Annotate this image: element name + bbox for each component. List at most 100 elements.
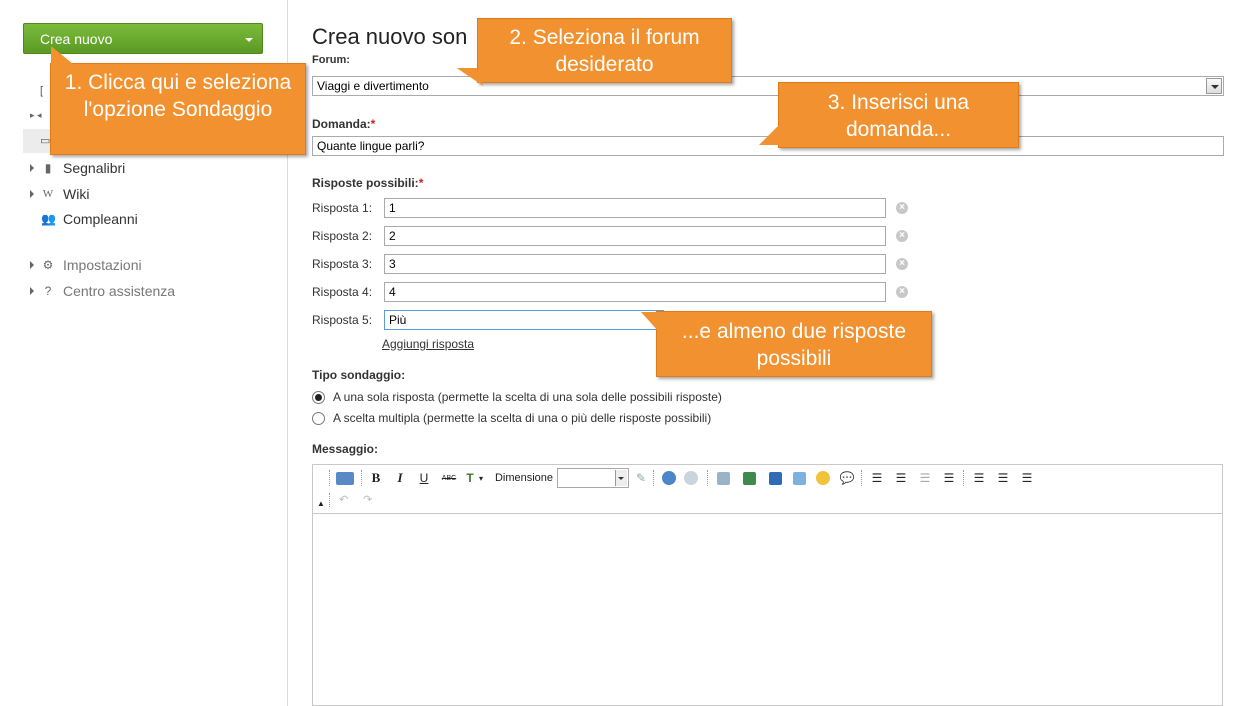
callout-text: 3. Inserisci una domanda... [827,91,970,141]
callout-1: 1. Clicca qui e seleziona l'opzione Sond… [50,46,306,155]
collapse-icon[interactable]: ▲ [317,499,325,513]
partial-icon: ▸ ◂ [30,110,42,120]
poll-type-option-label: A una sola risposta (permette la scelta … [333,390,722,404]
align-right-icon[interactable]: ☰ [1019,470,1035,486]
poll-type-option-label: A scelta multipla (permette la scelta di… [333,411,712,425]
sidebar-item-compleanni[interactable]: 👥 Compleanni [30,209,138,229]
expand-icon[interactable] [30,287,34,295]
forum-select-value: Viaggi e divertimento [317,79,429,93]
poll-type-label: Tipo sondaggio: [312,368,406,382]
required-mark: * [370,117,376,131]
table-icon[interactable] [791,470,807,486]
answer-input[interactable]: 4 [384,282,886,302]
answer-input[interactable]: Più [384,310,664,330]
unlink-icon[interactable] [683,470,699,486]
callout-3: 3. Inserisci una domanda... [759,82,1019,148]
font-size-label: Dimensione [494,472,554,484]
sidebar-item-label: Segnalibri [63,160,126,176]
align-left-icon[interactable]: ☰ [971,470,987,486]
sidebar-item-label: Impostazioni [63,257,142,273]
answer-label: Risposta 5: [312,313,373,327]
callout-tail [51,46,73,64]
question-label-text: Domanda: [312,117,371,131]
remove-icon[interactable]: × [896,230,908,242]
remove-icon[interactable]: × [896,286,908,298]
required-mark: * [418,176,424,190]
message-label: Messaggio: [312,442,379,456]
bold-button[interactable]: B [369,470,383,486]
answer-label: Risposta 4: [312,285,373,299]
italic-button[interactable]: I [393,470,407,486]
html-source-icon[interactable] [335,470,355,486]
remove-icon[interactable]: × [896,258,908,270]
undo-icon[interactable]: ↶ [339,493,348,507]
chevron-down-icon[interactable] [1206,78,1222,94]
quote-icon[interactable]: 💬 [839,470,855,486]
expand-icon[interactable] [30,164,34,172]
callout-text: 1. Clicca qui e seleziona l'opzione Sond… [64,71,292,121]
radio-button[interactable] [312,390,325,404]
editor-toolbar: B I U ABC T ▾ Dimensione ✎ 💬 ☰ ☰ ☰ ☰ ☰ ☰… [313,465,1222,514]
add-answer-link[interactable]: Aggiungi risposta [382,337,474,351]
font-size-select[interactable] [557,468,629,488]
message-editor: B I U ABC T ▾ Dimensione ✎ 💬 ☰ ☰ ☰ ☰ ☰ ☰… [312,464,1223,706]
smiley-icon[interactable] [815,470,831,486]
sidebar-item-impostazioni[interactable]: ⚙ Impostazioni [30,255,142,275]
picture-icon[interactable] [741,470,757,486]
remove-icon[interactable]: × [896,202,908,214]
gear-icon: ⚙ [42,258,54,272]
answer-input[interactable]: 1 [384,198,886,218]
sidebar-item-segnalibri[interactable]: ▮ Segnalibri [30,158,125,178]
bullet-list-icon[interactable]: ☰ [869,470,885,486]
answer-input[interactable]: 3 [384,254,886,274]
page-title: Crea nuovo son [312,24,468,49]
expand-icon[interactable] [30,261,34,269]
wiki-icon: W [42,188,54,200]
chevron-down-icon[interactable] [245,38,253,42]
poll-type-option[interactable]: A scelta multipla (permette la scelta di… [312,411,711,425]
partial-icon: [ [40,85,44,97]
underline-button[interactable]: U [417,470,431,486]
radio-button[interactable] [312,411,325,425]
outdent-icon[interactable]: ☰ [917,470,933,486]
redo-icon[interactable]: ↷ [363,493,372,507]
create-new-label: Crea nuovo [40,31,113,47]
help-icon: ? [44,284,52,298]
partial-icon: ▭ [40,135,51,147]
image-icon[interactable] [715,470,731,486]
callout-tail [759,123,781,145]
indent-icon[interactable]: ☰ [941,470,957,486]
sidebar-item-centro-assistenza[interactable]: ? Centro assistenza [30,281,175,301]
answer-label: Risposta 3: [312,257,373,271]
video-icon[interactable] [767,470,783,486]
answer-label: Risposta 1: [312,201,373,215]
chevron-down-icon[interactable]: ▾ [477,470,485,486]
answers-label-text: Risposte possibili: [312,176,419,190]
callout-text: ...e almeno due risposte possibili [681,320,907,370]
strikethrough-button[interactable]: ABC [439,470,459,486]
link-icon[interactable] [661,470,677,486]
callout-text: 2. Seleziona il forum desiderato [509,26,700,76]
forum-label: Forum: [312,54,350,66]
align-center-icon[interactable]: ☰ [995,470,1011,486]
sidebar-item-label: Centro assistenza [63,283,176,299]
poll-type-option[interactable]: A una sola risposta (permette la scelta … [312,390,722,404]
chevron-down-icon[interactable] [615,470,627,486]
question-label: Domanda:* [312,117,375,131]
bookmark-icon: ▮ [44,161,52,175]
callout-4: ...e almeno due risposte possibili [641,311,932,377]
answers-label: Risposte possibili:* [312,176,423,190]
sidebar-item-wiki[interactable]: W Wiki [30,184,89,204]
expand-icon[interactable] [30,190,34,198]
sidebar-item-label: Compleanni [63,211,138,227]
editor-content-area[interactable] [313,515,1222,705]
answer-input[interactable]: 2 [384,226,886,246]
eraser-icon[interactable]: ✎ [633,470,649,486]
numbered-list-icon[interactable]: ☰ [893,470,909,486]
callout-tail [641,312,659,332]
people-icon: 👥 [41,212,56,226]
text-color-icon[interactable]: T [463,470,477,486]
answer-label: Risposta 2: [312,229,373,243]
sidebar-item-label: Wiki [63,186,90,202]
forum-select[interactable]: Viaggi e divertimento [312,76,1224,96]
